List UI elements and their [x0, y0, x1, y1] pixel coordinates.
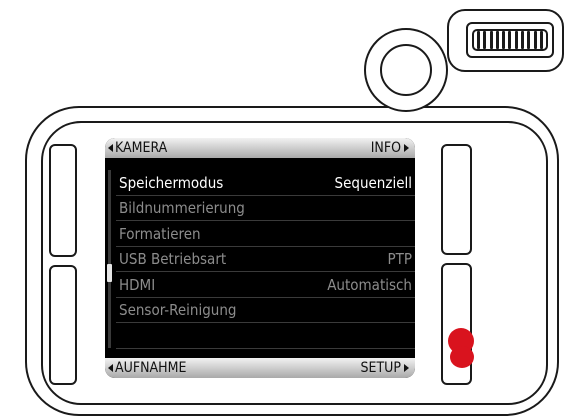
- menu-item-empty: [105, 323, 415, 349]
- menu-list: Speichermodus Sequenziell Bildnummerieru…: [105, 170, 415, 349]
- menu-item-bildnummerierung[interactable]: Bildnummerierung: [105, 196, 415, 222]
- top-nav-bar: KAMERA INFO: [105, 138, 415, 158]
- tab-kamera-label: KAMERA: [115, 140, 168, 156]
- menu-item-value: PTP: [387, 250, 412, 269]
- menu-item-label: USB Betriebsart: [119, 250, 227, 269]
- tab-info-label: INFO: [370, 140, 401, 156]
- side-button-left-top[interactable]: [49, 144, 77, 257]
- menu-item-value: Automatisch: [327, 275, 412, 294]
- side-button-left-bottom[interactable]: [49, 265, 77, 385]
- menu-item-speichermodus[interactable]: Speichermodus Sequenziell: [105, 170, 415, 196]
- menu-item-value: Sequenziell: [334, 173, 413, 192]
- tab-aufnahme-label: AUFNAHME: [115, 360, 187, 376]
- menu-item-label: Sensor-Reinigung: [119, 301, 237, 320]
- status-led-bottom: [450, 346, 474, 368]
- tab-kamera[interactable]: KAMERA: [108, 138, 167, 158]
- triangle-right-icon: [404, 364, 409, 372]
- camera-screen: KAMERA INFO Speichermodus Sequenziell Bi…: [105, 138, 415, 378]
- thumbwheel-dial[interactable]: [472, 29, 548, 51]
- side-button-right-top[interactable]: [441, 144, 472, 255]
- menu-item-label: HDMI: [119, 275, 156, 294]
- menu-item-formatieren[interactable]: Formatieren: [105, 221, 415, 247]
- menu-item-usb-betriebsart[interactable]: USB Betriebsart PTP: [105, 247, 415, 273]
- tab-setup-label: SETUP: [360, 360, 401, 376]
- menu-item-hdmi[interactable]: HDMI Automatisch: [105, 272, 415, 298]
- triangle-right-icon: [404, 144, 409, 152]
- tab-setup[interactable]: SETUP: [361, 358, 409, 378]
- tab-aufnahme[interactable]: AUFNAHME: [108, 358, 186, 378]
- menu-item-label: Bildnummerierung: [119, 199, 245, 218]
- menu-item-sensor-reinigung[interactable]: Sensor-Reinigung: [105, 298, 415, 324]
- tab-info[interactable]: INFO: [371, 138, 409, 158]
- triangle-left-icon: [108, 144, 113, 152]
- bottom-nav-bar: AUFNAHME SETUP: [105, 358, 415, 378]
- triangle-left-icon: [108, 364, 113, 372]
- menu-item-label: Speichermodus: [119, 173, 224, 192]
- menu-item-label: Formatieren: [119, 224, 201, 243]
- shutter-knob-center[interactable]: [380, 44, 432, 96]
